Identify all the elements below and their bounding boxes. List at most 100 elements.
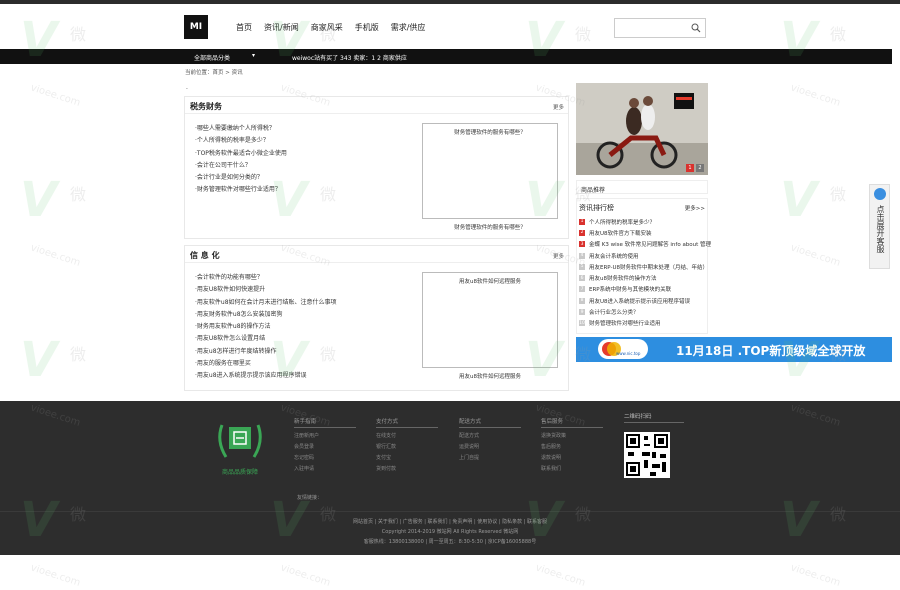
ranking-item[interactable]: 1 个人所得税的税率是多少？ [579, 216, 711, 227]
list-item[interactable]: ·用友软件u8如何在会计月末进行结账、注意什么事项 [195, 297, 337, 309]
svg-text:微: 微 [70, 185, 86, 204]
list-item[interactable]: ·会计软件的功能有哪些？ [195, 272, 337, 284]
list-item[interactable]: ·会计行业是如何分类的？ [195, 172, 287, 184]
ranking-item[interactable]: 8 用友U8进入系统提示提示该应用程序错误 [579, 295, 711, 306]
panel-title: 税务财务 [190, 102, 222, 111]
copyright: Copyright 2014-2019 微站网 All Rights Reser… [381, 529, 519, 535]
footer-link[interactable]: 联系我们 [541, 464, 603, 475]
list-item[interactable]: ·用友u8进入系统提示提示该应用程序错误 [195, 370, 337, 382]
ranking-item-title: 用友u8财务软件的操作方法 [589, 276, 657, 283]
more-link[interactable]: 更多 [553, 252, 564, 260]
ranking-item[interactable]: 5 用友ERP-U8财务软件中期末处理（月结、年结） [579, 261, 711, 272]
ranking-item[interactable]: 2 用友U8软件官方下载安装 [579, 227, 711, 238]
article-image[interactable]: 财务管理软件的服务有哪些？ [422, 123, 558, 219]
all-categories-menu[interactable]: 全部商品分类 [194, 53, 230, 62]
footer-link[interactable]: 上门自提 [459, 453, 521, 464]
header: MI 首页 资讯/新闻 商家风采 手机版 需求/供应 [0, 4, 900, 48]
ranking-item[interactable]: 4 用友会计系统的使用 [579, 250, 711, 261]
info-panel: 信 息 化 更多 ·会计软件的功能有哪些？ ·用友U8软件如何快速提升 ·用友软… [184, 245, 569, 391]
customer-service-float[interactable]: 点击展开客服 [869, 184, 890, 269]
ad-site: www.nic.top [616, 351, 641, 356]
banner-image [576, 83, 708, 175]
article-list: ·会计软件的功能有哪些？ ·用友U8软件如何快速提升 ·用友软件u8如何在会计月… [195, 272, 337, 383]
footer-link[interactable]: 运费说明 [459, 442, 521, 453]
ranking-title: 资讯排行榜 [579, 204, 614, 212]
list-item[interactable]: ·TOP税务软件最适合小微企业使用 [195, 148, 287, 160]
ad-logo: www.nic.top [598, 339, 648, 359]
pager-dot-1[interactable]: 1 [686, 164, 694, 172]
footer-bottom-links[interactable]: 网站首页 | 关于我们 | 广告服务 | 联系我们 | 免责声明 | 使用协议 … [0, 517, 900, 527]
more-link[interactable]: 更多 [553, 103, 564, 111]
footer-link[interactable]: 银行汇款 [376, 442, 438, 453]
list-item[interactable]: ·用友的服务在哪里买 [195, 358, 337, 370]
pager-dot-2[interactable]: 2 [696, 164, 704, 172]
ranking-item[interactable]: 6 用友u8财务软件的操作方法 [579, 272, 711, 283]
list-item[interactable]: ·用友财务软件u8怎么安装加密狗 [195, 309, 337, 321]
rank-number-badge: 9 [579, 309, 585, 316]
svg-text:vioee.com: vioee.com [29, 82, 82, 108]
ranking-item[interactable]: 9 会计行业怎么分类？ [579, 306, 711, 317]
ranking-item[interactable]: 7 ERP系统中财务与其他模块的关联 [579, 284, 711, 295]
footer-link[interactable]: 在线支付 [376, 431, 438, 442]
ranking-more-link[interactable]: 更多>> [685, 204, 705, 212]
rank-number-badge: 8 [579, 297, 585, 304]
svg-text:vioee.com: vioee.com [789, 82, 842, 108]
nav-merchants[interactable]: 商家风采 [311, 22, 343, 33]
footer-link[interactable]: 货到付款 [376, 464, 438, 475]
ranking-item-title: 用友U8进入系统提示提示该应用程序错误 [589, 298, 691, 305]
rank-number-badge: 5 [579, 263, 585, 270]
ad-banner[interactable]: www.nic.top 11月18日 .TOP新顶级域全球开放 [576, 337, 892, 362]
nav-supply-demand[interactable]: 需求/供应 [391, 22, 426, 33]
nic-logo-icon [602, 342, 621, 356]
nav-mobile[interactable]: 手机版 [355, 22, 379, 33]
list-item[interactable]: ·用友U8软件如何快速提升 [195, 284, 337, 296]
site-stats: weiwoc站有买了 343 卖家：1 2 商家供应 [292, 55, 407, 62]
nav-home[interactable]: 首页 [236, 22, 252, 33]
svg-text:V: V [780, 172, 821, 228]
image-caption[interactable]: 财务管理软件的服务有哪些？ [422, 223, 558, 231]
divider [185, 262, 568, 263]
list-item[interactable]: ·个人所得税的税率是多少？ [195, 135, 287, 147]
rank-number-badge: 10 [579, 320, 585, 327]
ranking-item-title: 用友会计系统的使用 [589, 253, 639, 260]
list-item[interactable]: ·用友u8怎样进行年度结转操作 [195, 346, 337, 358]
chevron-down-icon[interactable]: ▾ [252, 52, 255, 59]
list-item[interactable]: ·财务管理软件对哪些行业适用？ [195, 184, 287, 196]
promo-banner[interactable]: 1 2 [576, 83, 708, 175]
footer-column-delivery: 配送方式 配送方式 运费说明 上门自提 [459, 417, 521, 464]
finance-panel: 税务财务 更多 ·哪些人需要缴纳个人所得税？ ·个人所得税的税率是多少？ ·TO… [184, 96, 569, 239]
footer-link[interactable]: 会员登录 [294, 442, 356, 453]
search-icon[interactable] [691, 23, 701, 33]
list-item[interactable]: ·会计在公司干什么？ [195, 160, 287, 172]
footer-link[interactable]: 退换货政策 [541, 431, 603, 442]
qr-code-icon [624, 432, 670, 478]
footer-link[interactable]: 配送方式 [459, 431, 521, 442]
breadcrumb: 当前位置：首页 > 资讯 [185, 70, 243, 76]
footer-link[interactable]: 退款说明 [541, 453, 603, 464]
watermark-logo: V微 vioee.com [20, 172, 86, 269]
footer-link[interactable]: 忘记密码 [294, 453, 356, 464]
badge-text: 商品品质保障 [221, 469, 258, 476]
article-image[interactable]: 用友u8软件如何远程服务 [422, 272, 558, 368]
list-item[interactable]: ·用友U8软件怎么设置月结 [195, 333, 337, 345]
qr-heading: 二维码扫码 [624, 412, 684, 423]
footer-link[interactable]: 售后服务 [541, 442, 603, 453]
nav-news[interactable]: 资讯/新闻 [264, 22, 299, 33]
site-logo[interactable]: MI [184, 15, 208, 39]
footer-link[interactable]: 支付宝 [376, 453, 438, 464]
image-alt-text: 财务管理软件的服务有哪些？ [454, 130, 526, 136]
search-box [614, 18, 706, 38]
footer-column-aftersales: 售后服务 退换货政策 售后服务 退款说明 联系我们 [541, 417, 603, 475]
ranking-item[interactable]: 3 金蝶 K3 wise 软件常见问题解答 info about 管理 [579, 239, 711, 250]
image-caption[interactable]: 用友u8软件如何远程服务 [422, 372, 558, 380]
ranking-item[interactable]: 10 财务管理软件对哪些行业适用 [579, 318, 711, 329]
list-item[interactable]: ·哪些人需要缴纳个人所得税？ [195, 123, 287, 135]
search-input[interactable] [617, 21, 691, 37]
rank-number-badge: 4 [579, 252, 585, 259]
main-nav: 首页 资讯/新闻 商家风采 手机版 需求/供应 [236, 22, 425, 33]
list-item[interactable]: ·财务用友软件u8的操作方法 [195, 321, 337, 333]
footer-link[interactable]: 注册新用户 [294, 431, 356, 442]
svg-text:vioee.com: vioee.com [789, 562, 842, 588]
footer-link[interactable]: 入驻申请 [294, 464, 356, 475]
ranking-list: 1 个人所得税的税率是多少？ 2 用友U8软件官方下载安装 3 金蝶 K3 wise 软件… [579, 216, 711, 329]
